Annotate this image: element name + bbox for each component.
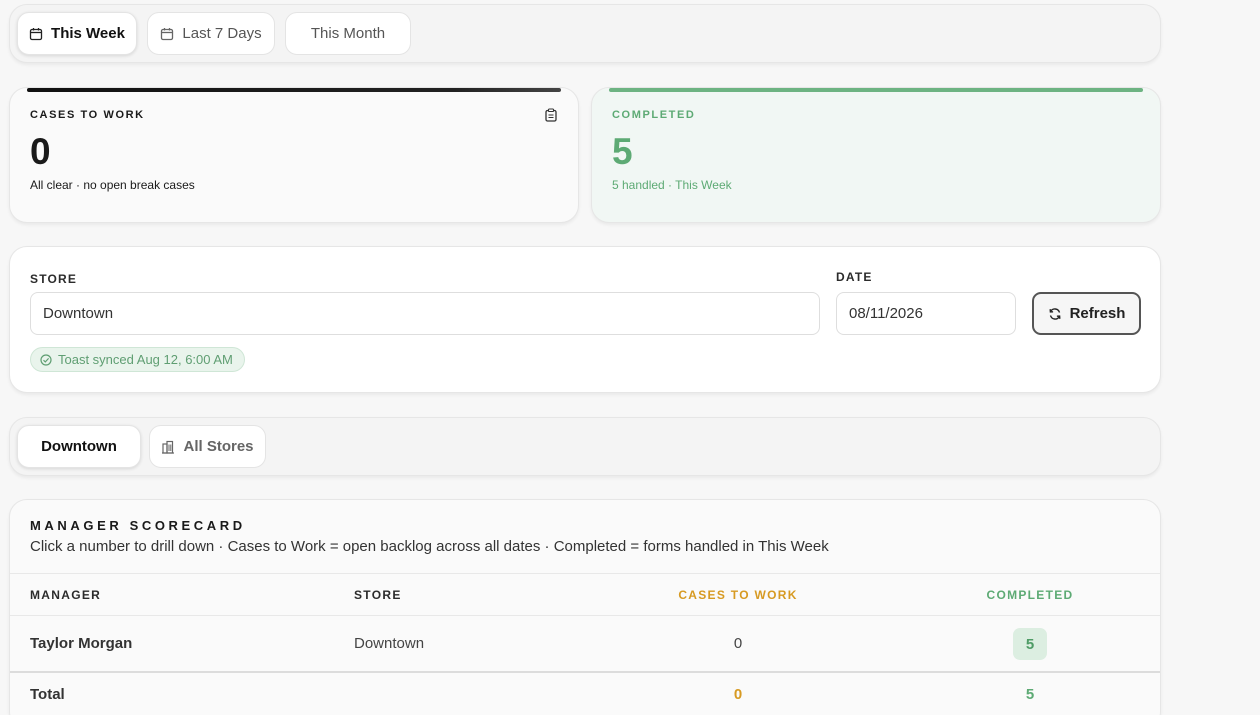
calendar-icon xyxy=(29,27,43,40)
refresh-icon xyxy=(1049,307,1061,320)
total-label: Total xyxy=(30,686,65,703)
tab-this-week[interactable]: This Week xyxy=(17,12,137,55)
date-range-tabs: This Week Last 7 Days This Month xyxy=(9,4,1161,63)
col-store: STORE xyxy=(354,588,402,602)
card-accent-bar xyxy=(609,88,1143,92)
manager-scorecard: MANAGER SCORECARD Click a number to dril… xyxy=(9,499,1161,715)
table-total-row: Total 0 5 xyxy=(10,671,1160,715)
date-label: DATE xyxy=(836,270,873,284)
tab-last-7-days[interactable]: Last 7 Days xyxy=(147,12,275,55)
completed-subtext: 5 handled · This Week xyxy=(612,178,732,192)
card-label: CASES TO WORK xyxy=(30,109,145,121)
scorecard-subtitle: Click a number to drill down · Cases to … xyxy=(30,538,829,555)
tab-label: This Month xyxy=(310,25,386,42)
card-label: COMPLETED xyxy=(612,109,696,121)
table-header: MANAGER STORE CASES TO WORK COMPLETED xyxy=(10,573,1160,615)
table-row: Taylor Morgan Downtown 0 5 xyxy=(10,615,1160,672)
col-cases-to-work: CASES TO WORK xyxy=(678,588,798,602)
col-manager: MANAGER xyxy=(30,588,102,602)
store-label: STORE xyxy=(30,272,78,286)
calendar-icon xyxy=(161,27,174,40)
tab-this-month[interactable]: This Month xyxy=(285,12,411,55)
building-icon xyxy=(162,440,175,454)
clipboard-icon xyxy=(545,108,557,122)
check-circle-icon xyxy=(40,353,52,366)
total-completed: 5 xyxy=(1025,686,1035,703)
total-cases: 0 xyxy=(733,686,743,703)
card-accent-bar xyxy=(27,88,561,92)
cases-subtext: All clear · no open break cases xyxy=(30,178,195,192)
tab-label: Downtown xyxy=(41,438,117,455)
cases-value[interactable]: 0 xyxy=(734,635,742,652)
completed-value[interactable]: 5 xyxy=(1013,628,1047,660)
date-input[interactable]: 08/11/2026 xyxy=(836,292,1016,335)
tab-all-stores[interactable]: All Stores xyxy=(149,425,266,468)
completed-card[interactable]: COMPLETED 5 5 handled · This Week xyxy=(591,87,1161,223)
tab-label: Last 7 Days xyxy=(182,25,262,42)
scorecard-title: MANAGER SCORECARD xyxy=(30,518,246,533)
store-select[interactable]: Downtown xyxy=(30,292,820,335)
completed-count: 5 xyxy=(612,131,633,172)
manager-name: Taylor Morgan xyxy=(30,635,133,652)
sync-text: Toast synced Aug 12, 6:00 AM xyxy=(58,352,233,367)
col-completed: COMPLETED xyxy=(986,588,1074,602)
tab-label: This Week xyxy=(51,25,125,42)
cases-to-work-card[interactable]: CASES TO WORK 0 All clear · no open brea… xyxy=(9,87,579,223)
sync-status-badge: Toast synced Aug 12, 6:00 AM xyxy=(30,347,245,372)
store-name: Downtown xyxy=(354,635,425,652)
store-tabs: Downtown All Stores xyxy=(9,417,1161,476)
refresh-label: Refresh xyxy=(1069,305,1126,322)
tab-downtown[interactable]: Downtown xyxy=(17,425,141,468)
refresh-button[interactable]: Refresh xyxy=(1032,292,1141,335)
filter-panel: STORE Downtown DATE 08/11/2026 Refresh T… xyxy=(9,246,1161,393)
tab-label: All Stores xyxy=(183,438,254,455)
cases-count: 0 xyxy=(30,131,51,172)
